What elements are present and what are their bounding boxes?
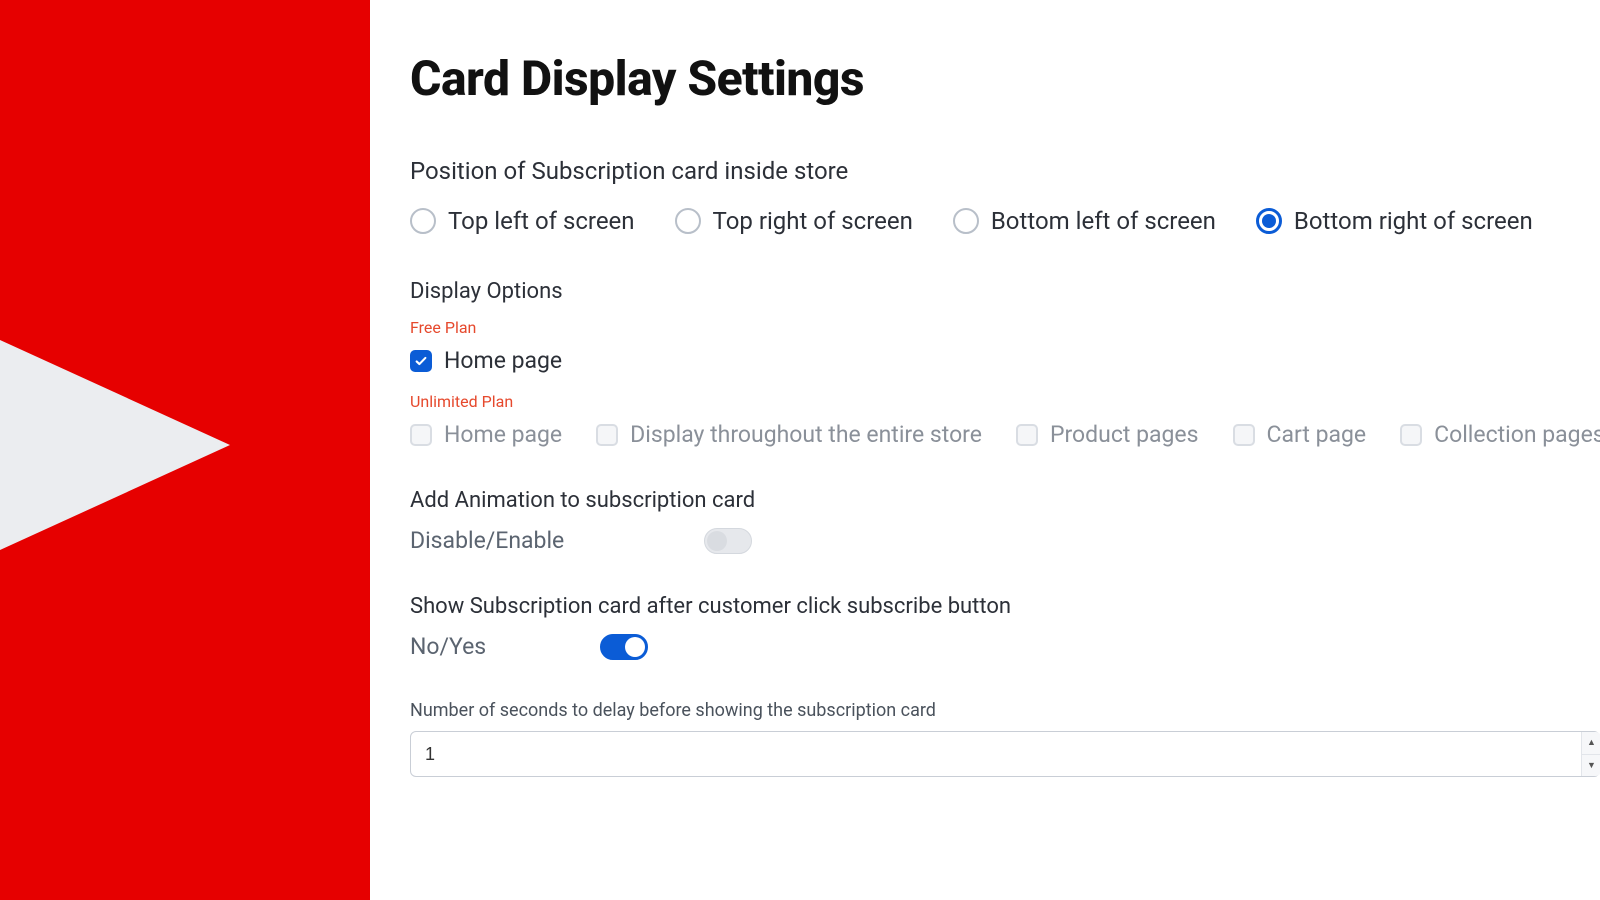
number-spinner: ▲ ▼ [1581,732,1600,776]
radio-icon [1256,208,1282,234]
radio-label: Bottom left of screen [991,207,1216,235]
checkbox-label: Home page [444,347,562,374]
unlimited-plan-label: Unlimited Plan [410,392,1560,411]
radio-top-left[interactable]: Top left of screen [410,207,635,235]
animation-toggle-row: Disable/Enable [410,527,1560,554]
checkbox-product-pages[interactable]: Product pages [1016,421,1199,448]
spinner-down-button[interactable]: ▼ [1582,755,1600,777]
radio-icon [675,208,701,234]
spinner-up-button[interactable]: ▲ [1582,732,1600,755]
radio-top-right[interactable]: Top right of screen [675,207,913,235]
show-after-toggle-row: No/Yes [410,633,1560,660]
page-title: Card Display Settings [410,50,1560,107]
section-delay: Number of seconds to delay before showin… [410,700,1560,777]
checkbox-collection-pages[interactable]: Collection pages [1400,421,1600,448]
section-animation: Add Animation to subscription card Disab… [410,488,1560,554]
checkbox-label: Cart page [1267,421,1367,448]
checkbox-cart-page[interactable]: Cart page [1233,421,1367,448]
checkbox-icon [596,424,618,446]
play-icon [0,260,230,630]
checkbox-label: Product pages [1050,421,1199,448]
animation-label: Add Animation to subscription card [410,488,1560,513]
radio-label: Top left of screen [448,207,635,235]
show-after-toggle[interactable] [600,634,648,660]
toggle-knob [707,531,727,551]
checkbox-home-page-unlimited[interactable]: Home page [410,421,562,448]
checkbox-icon [1016,424,1038,446]
checkbox-icon [410,424,432,446]
checkbox-home-page-free[interactable]: Home page [410,347,562,374]
radio-icon [953,208,979,234]
radio-icon [410,208,436,234]
radio-bottom-right[interactable]: Bottom right of screen [1256,207,1533,235]
free-plan-options: Home page [410,347,1560,374]
main-content: Card Display Settings Position of Subscr… [370,0,1600,900]
sidebar-brand [0,0,370,900]
unlimited-plan-options: Home page Display throughout the entire … [410,421,1560,448]
radio-label: Top right of screen [713,207,913,235]
checkbox-label: Home page [444,421,562,448]
checkbox-icon [1233,424,1255,446]
position-radio-group: Top left of screen Top right of screen B… [410,207,1560,235]
checkbox-entire-store[interactable]: Display throughout the entire store [596,421,982,448]
section-display-options: Display Options Free Plan Home page Unli… [410,279,1560,448]
animation-toggle-label: Disable/Enable [410,527,564,554]
display-options-label: Display Options [410,279,1560,304]
free-plan-label: Free Plan [410,318,1560,337]
checkbox-label: Collection pages [1434,421,1600,448]
show-after-label: Show Subscription card after customer cl… [410,594,1560,619]
radio-bottom-left[interactable]: Bottom left of screen [953,207,1216,235]
checkbox-icon [1400,424,1422,446]
section-position: Position of Subscription card inside sto… [410,157,1560,235]
position-label: Position of Subscription card inside sto… [410,157,1560,185]
section-show-after-subscribe: Show Subscription card after customer cl… [410,594,1560,660]
radio-label: Bottom right of screen [1294,207,1533,235]
delay-seconds-input[interactable] [410,731,1600,777]
toggle-knob [625,637,645,657]
animation-toggle[interactable] [704,528,752,554]
show-after-toggle-label: No/Yes [410,633,510,660]
checkbox-label: Display throughout the entire store [630,421,982,448]
delay-label: Number of seconds to delay before showin… [410,700,1560,721]
checkbox-icon [410,350,432,372]
